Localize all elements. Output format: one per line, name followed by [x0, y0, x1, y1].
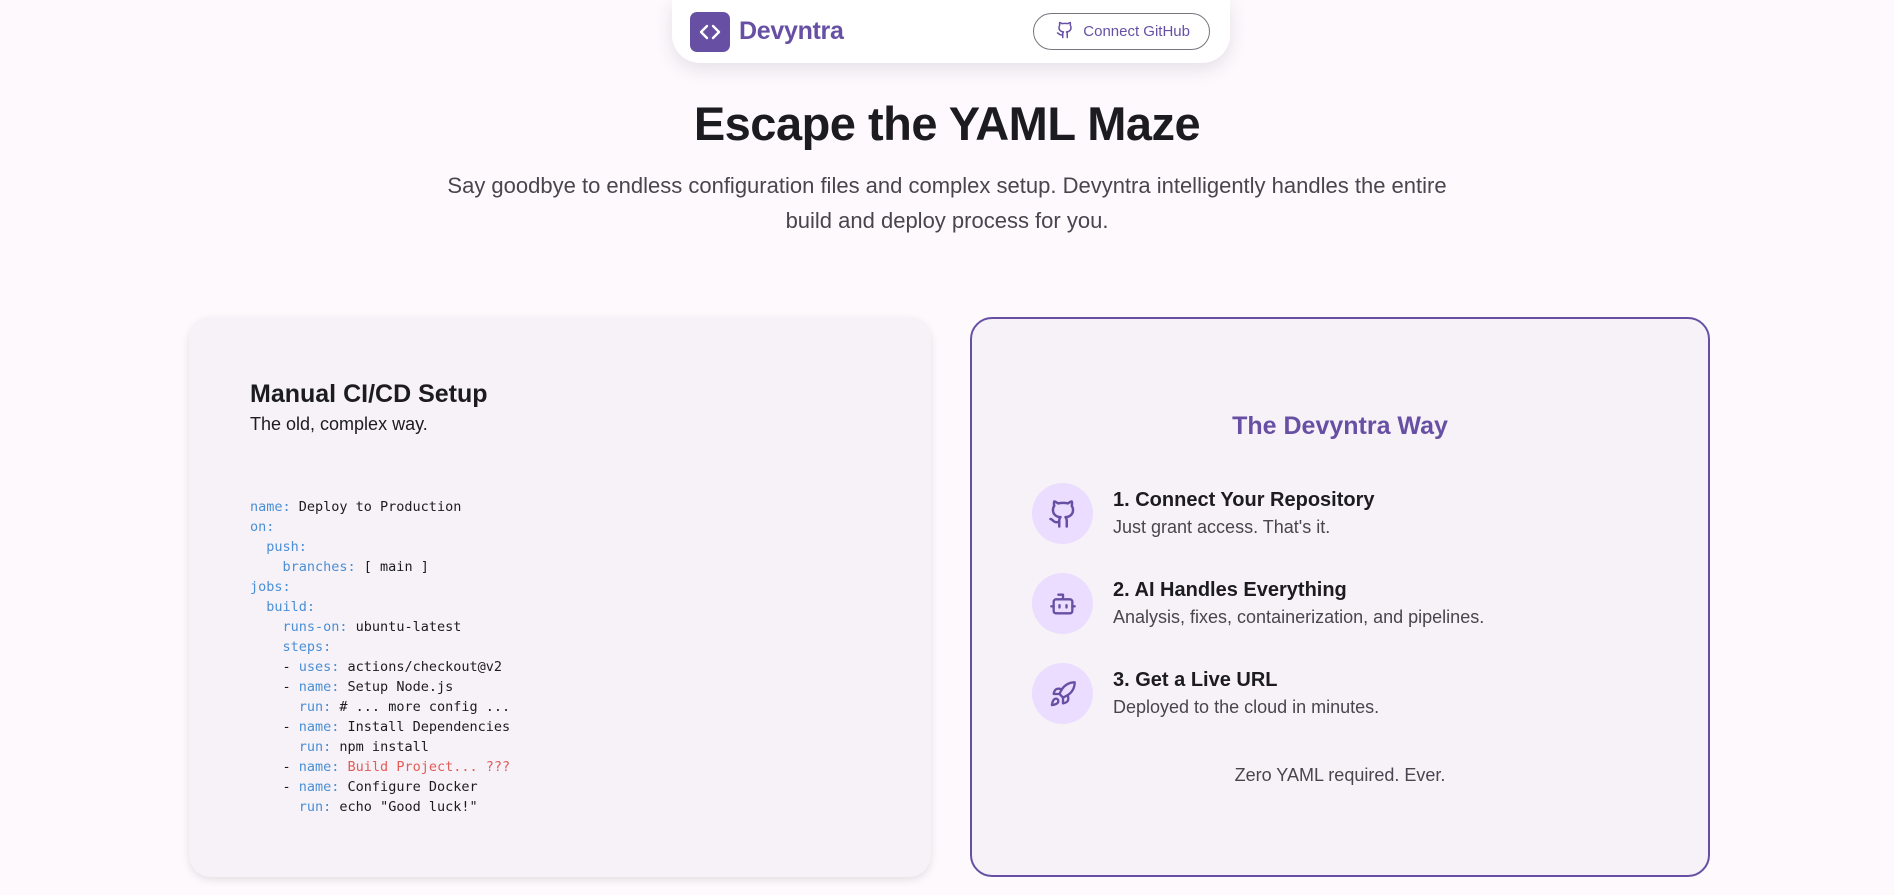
yaml-key: name:	[298, 679, 340, 695]
step-title: 3. Get a Live URL	[1113, 669, 1278, 691]
yaml-value: Install Dependencies	[339, 719, 511, 735]
hero-title: Escape the YAML Maze	[693, 97, 1201, 150]
step-live-url: 3. Get a Live URL Deployed to the cloud …	[1032, 663, 1379, 724]
yaml-key: name:	[298, 719, 340, 735]
code-indent: -	[250, 759, 299, 775]
manual-card-subtitle: The old, complex way.	[250, 414, 428, 434]
manual-card-title: Manual CI/CD Setup	[250, 380, 488, 408]
code-indent: -	[250, 719, 299, 735]
hero-subtitle: Say goodbye to endless configuration fil…	[447, 173, 1447, 233]
code-indent: -	[250, 659, 299, 675]
brand-name: Devyntra	[739, 17, 844, 45]
code-line: - name: Setup Node.js	[250, 677, 510, 697]
yaml-key: run:	[298, 739, 332, 755]
code-line: runs-on: ubuntu-latest	[250, 617, 510, 637]
code-line: on:	[250, 517, 510, 537]
yaml-key: jobs:	[250, 579, 291, 595]
yaml-error-value: Build Project... ???	[339, 759, 511, 775]
code-line: - name: Build Project... ???	[250, 757, 511, 777]
code-line: push:	[250, 537, 510, 557]
devyntra-card-title: The Devyntra Way	[1232, 412, 1448, 440]
code-line: run: npm install	[250, 737, 510, 757]
code-line: jobs:	[250, 577, 510, 597]
connect-github-button[interactable]: Connect GitHub	[1033, 13, 1210, 50]
yaml-value: ubuntu-latest	[347, 619, 462, 635]
code-indent: -	[250, 679, 299, 695]
yaml-key: on:	[250, 519, 275, 535]
yaml-key: push:	[266, 539, 307, 555]
yaml-key: uses:	[298, 659, 340, 675]
github-icon	[1032, 483, 1093, 544]
code-line: build:	[250, 597, 510, 617]
github-icon	[1056, 21, 1074, 43]
step-title: 1. Connect Your Repository	[1113, 489, 1375, 511]
step-connect-repository: 1. Connect Your Repository Just grant ac…	[1032, 483, 1375, 544]
robot-icon	[1032, 573, 1093, 634]
code-line: branches: [ main ]	[250, 557, 510, 577]
yaml-key: name:	[298, 779, 340, 795]
code-brackets-icon	[690, 11, 730, 52]
connect-github-label: Connect GitHub	[1083, 23, 1190, 40]
step-title: 2. AI Handles Everything	[1113, 579, 1347, 601]
code-line: run: # ... more config ...	[250, 697, 510, 717]
yaml-value: echo "Good luck!"	[331, 799, 478, 815]
yaml-key: steps:	[282, 639, 332, 655]
yaml-key: run:	[298, 699, 332, 715]
yaml-key: run:	[298, 799, 332, 815]
code-line: - name: Install Dependencies	[250, 717, 511, 737]
yaml-value: # ... more config ...	[331, 699, 511, 715]
zero-yaml-note: Zero YAML required. Ever.	[1234, 765, 1446, 785]
yaml-key: branches:	[282, 559, 356, 575]
devyntra-way-card: The Devyntra Way 1. Connect Your Reposit…	[970, 317, 1710, 877]
yaml-key: runs-on:	[282, 619, 348, 635]
code-line: - uses: actions/checkout@v2	[250, 657, 510, 677]
yaml-key: name:	[298, 759, 340, 775]
step-ai-handles: 2. AI Handles Everything Analysis, fixes…	[1032, 573, 1484, 634]
yaml-key: name:	[250, 499, 291, 515]
code-line: steps:	[250, 637, 510, 657]
yaml-value: Configure Docker	[339, 779, 478, 795]
step-description: Analysis, fixes, containerization, and p…	[1113, 607, 1485, 627]
yaml-value: npm install	[331, 739, 429, 755]
yaml-value: [ main ]	[355, 559, 429, 575]
top-navbar: Devyntra Connect GitHub	[672, 0, 1230, 63]
yaml-value: Deploy to Production	[290, 499, 462, 515]
yaml-key: build:	[266, 599, 316, 615]
code-indent: -	[250, 779, 299, 795]
step-description: Deployed to the cloud in minutes.	[1113, 697, 1380, 717]
code-line: name: Deploy to Production	[250, 497, 510, 517]
code-line: - name: Configure Docker	[250, 777, 510, 797]
rocket-icon	[1032, 663, 1093, 724]
yaml-value: Setup Node.js	[339, 679, 454, 695]
manual-setup-card: Manual CI/CD Setup The old, complex way.…	[189, 317, 931, 877]
brand[interactable]: Devyntra	[690, 11, 844, 52]
yaml-value: actions/checkout@v2	[339, 659, 502, 675]
yaml-code-block: name: Deploy to Production on: push: bran…	[250, 497, 510, 817]
step-description: Just grant access. That's it.	[1113, 517, 1331, 537]
code-line: run: echo "Good luck!"	[250, 797, 510, 817]
